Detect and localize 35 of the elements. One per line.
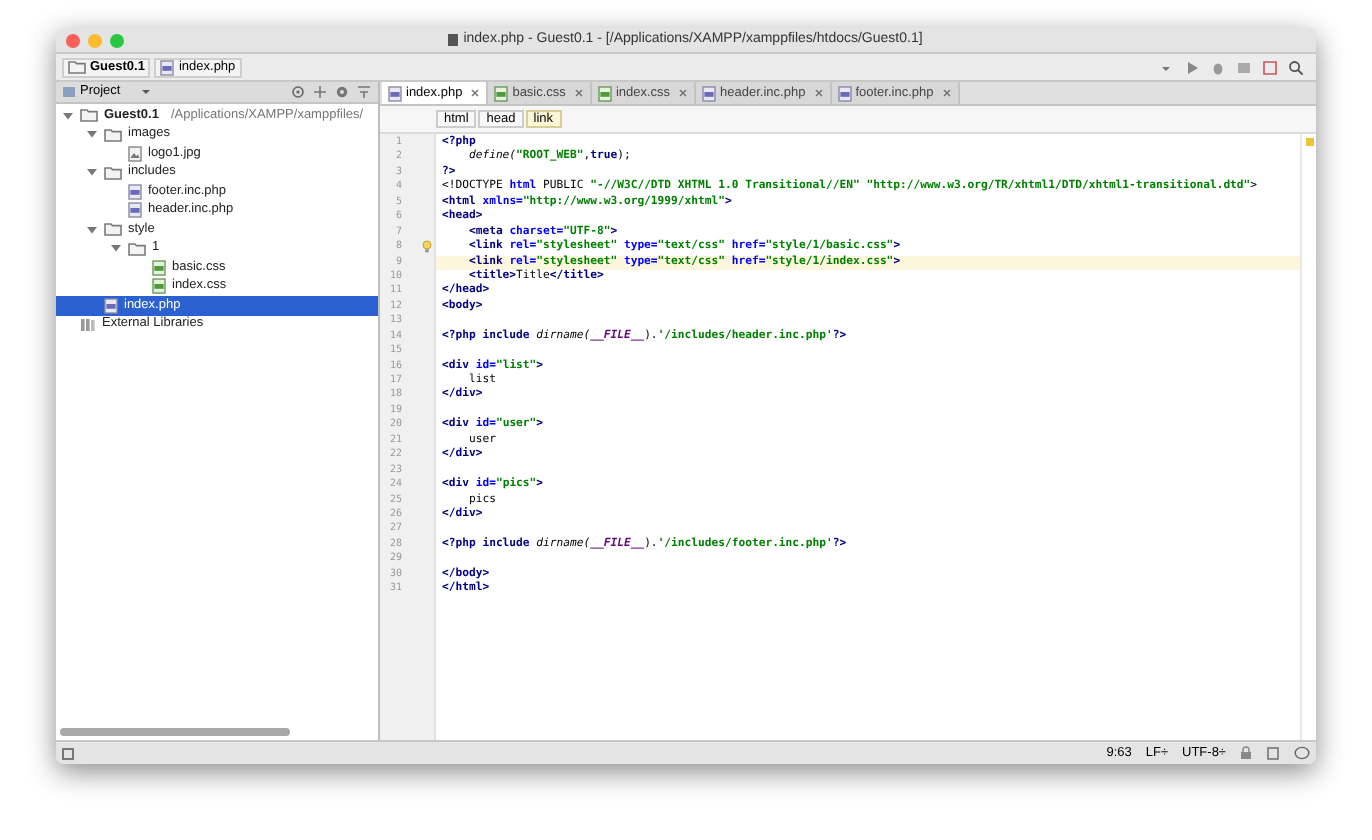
- search-icon[interactable]: [1288, 59, 1304, 75]
- lock-icon[interactable]: [1240, 746, 1252, 760]
- close-icon[interactable]: [941, 88, 952, 98]
- zoom-button[interactable]: [110, 33, 124, 47]
- warning-marker[interactable]: [1305, 138, 1313, 146]
- scrollbar[interactable]: [60, 727, 290, 735]
- expand-arrow-icon[interactable]: [86, 166, 98, 179]
- expand-arrow-icon[interactable]: [86, 223, 98, 236]
- php-file-icon: [702, 85, 717, 101]
- lightbulb-icon[interactable]: [422, 240, 432, 255]
- run-icon[interactable]: [1184, 59, 1200, 75]
- dropdown-icon: [140, 86, 153, 98]
- php-file-icon: [388, 85, 402, 101]
- expand-arrow-icon[interactable]: [62, 109, 74, 122]
- folder-icon: [68, 60, 86, 74]
- collapse-icon[interactable]: [312, 84, 328, 100]
- close-icon[interactable]: [678, 88, 689, 98]
- library-icon: [80, 317, 96, 332]
- folder-icon: [104, 165, 122, 180]
- expand-arrow-icon[interactable]: [110, 242, 122, 255]
- image-file-icon: [128, 145, 142, 162]
- php-file-icon: [104, 297, 118, 314]
- project-view-icon: [62, 86, 76, 98]
- locate-icon[interactable]: [290, 84, 306, 100]
- expand-arrow-icon[interactable]: [86, 128, 98, 141]
- panel-toggle-icon[interactable]: [62, 747, 74, 759]
- css-file-icon: [494, 85, 509, 101]
- close-icon[interactable]: [573, 88, 584, 98]
- close-icon[interactable]: [470, 88, 481, 98]
- document-icon: [447, 34, 458, 46]
- close-icon[interactable]: [813, 88, 824, 98]
- php-file-icon: [160, 59, 175, 75]
- close-button[interactable]: [66, 33, 80, 47]
- php-file-icon: [837, 85, 852, 101]
- css-file-icon: [597, 85, 612, 101]
